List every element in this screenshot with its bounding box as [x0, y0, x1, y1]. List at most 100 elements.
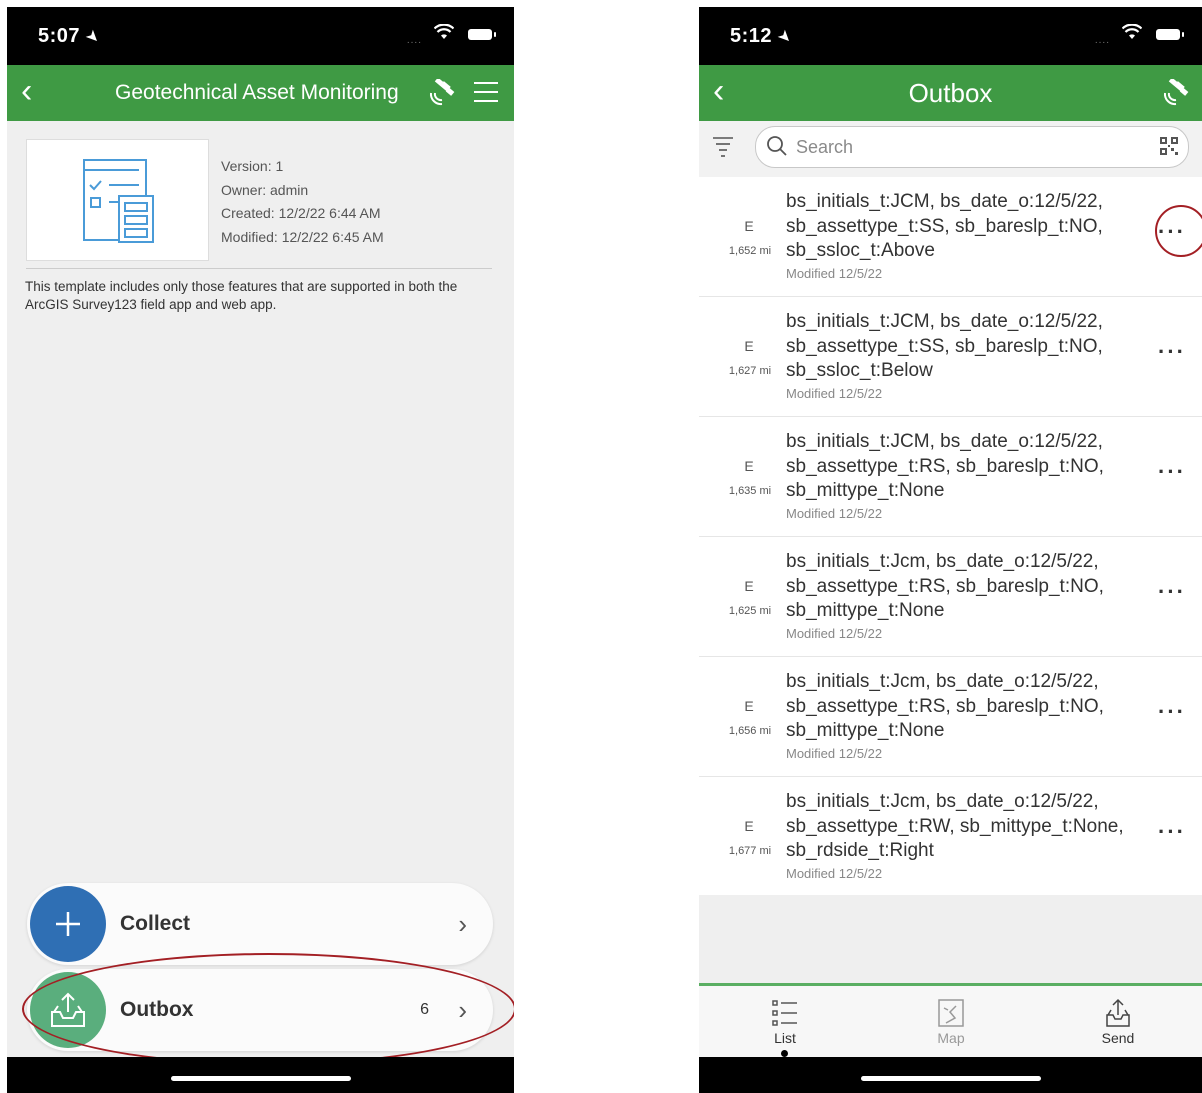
summary-line: bs_initials_t:Jcm, bs_date_o:12/5/22,: [786, 551, 1099, 572]
direction-label: E: [744, 218, 754, 234]
record-summary: bs_initials_t:Jcm, bs_date_o:12/5/22, sb…: [786, 550, 1141, 624]
summary-line: sb_assettype_t:RW, sb_mittype_t:None,: [786, 815, 1124, 837]
created-text: Created: 12/2/22 6:44 AM: [221, 205, 381, 221]
list-item[interactable]: E 1,656 mi bs_initials_t:Jcm, bs_date_o:…: [699, 657, 1202, 777]
list-empty-space: [699, 895, 1202, 983]
qr-code-icon[interactable]: [1160, 137, 1178, 155]
chevron-right-icon: ›: [458, 995, 467, 1025]
more-options-icon[interactable]: ···: [1158, 701, 1186, 723]
record-summary: bs_initials_t:JCM, bs_date_o:12/5/22, sb…: [786, 430, 1141, 504]
survey-home-screen: 5:07 ➤ .... ‹ Geotechnical Asset Monitori…: [7, 7, 514, 1093]
list-item[interactable]: E 1,677 mi bs_initials_t:Jcm, bs_date_o:…: [699, 777, 1202, 897]
summary-line: bs_initials_t:JCM, bs_date_o:12/5/22,: [786, 431, 1103, 452]
modified-date: Modified 12/5/22: [786, 626, 883, 641]
outbox-button[interactable]: Outbox 6 ›: [27, 969, 493, 1051]
modified-text: Modified: 12/2/22 6:45 AM: [221, 228, 384, 245]
search-toolbar: [699, 121, 1202, 177]
location-arrow-icon: ➤: [773, 26, 796, 49]
list-item[interactable]: E 1,625 mi bs_initials_t:Jcm, bs_date_o:…: [699, 537, 1202, 657]
collect-label: Collect: [120, 912, 191, 935]
distance-label: 1,627 mi: [728, 365, 772, 377]
summary-line: bs_initials_t:JCM, bs_date_o:12/5/22,: [786, 311, 1103, 332]
summary-line: sb_assettype_t:SS, sb_bareslp_t:NO,: [786, 335, 1103, 357]
modified-date: Modified 12/5/22: [786, 266, 883, 281]
modified-date: Modified 12/5/22: [786, 506, 883, 521]
sort-filter-icon[interactable]: [713, 135, 733, 159]
cell-signal-icon: ....: [406, 35, 422, 46]
satellite-gps-icon[interactable]: [1162, 77, 1192, 107]
home-bar-area: [699, 1057, 1202, 1093]
record-summary: bs_initials_t:JCM, bs_date_o:12/5/22, sb…: [786, 310, 1141, 384]
list-item[interactable]: E 1,635 mi bs_initials_t:JCM, bs_date_o:…: [699, 417, 1202, 537]
app-header: ‹ Geotechnical Asset Monitoring: [7, 65, 514, 121]
owner-text: Owner: admin: [221, 181, 309, 198]
satellite-gps-icon[interactable]: [428, 77, 458, 107]
location-arrow-icon: ➤: [81, 26, 104, 49]
form-template-icon: [83, 159, 154, 243]
version-text: Version: 1: [221, 158, 284, 174]
app-header: ‹ Outbox: [699, 65, 1202, 121]
outbox-count-badge: 6: [420, 1001, 429, 1018]
list-item[interactable]: E 1,627 mi bs_initials_t:JCM, bs_date_o:…: [699, 297, 1202, 417]
battery-icon: [1156, 29, 1184, 40]
battery-icon: [468, 29, 496, 40]
tab-map[interactable]: Map: [891, 986, 1011, 1062]
record-summary: bs_initials_t:Jcm, bs_date_o:12/5/22, sb…: [786, 670, 1141, 744]
status-time: 5:07 ➤: [38, 25, 104, 49]
back-chevron-icon[interactable]: ‹: [21, 71, 32, 111]
status-bar: 5:07 ➤ ....: [7, 7, 514, 65]
more-options-icon[interactable]: ···: [1158, 461, 1186, 483]
collect-button[interactable]: Collect ›: [27, 883, 493, 965]
tab-list[interactable]: List: [725, 986, 845, 1062]
tab-send-label: Send: [1101, 1030, 1135, 1046]
direction-label: E: [744, 458, 754, 474]
annotation-highlight-circle: [1155, 205, 1202, 257]
chevron-right-icon: ›: [458, 909, 467, 939]
outbox-tray-icon: [30, 972, 106, 1048]
wifi-icon: [433, 23, 455, 45]
distance-label: 1,677 mi: [728, 845, 772, 857]
distance-label: 1,652 mi: [728, 245, 772, 257]
modified-date: Modified 12/5/22: [786, 866, 883, 881]
summary-line: sb_assettype_t:RS, sb_bareslp_t:NO,: [786, 695, 1104, 717]
survey-thumbnail: [26, 139, 209, 261]
search-bar: [755, 126, 1189, 168]
wifi-icon: [1121, 23, 1143, 45]
modified-date: Modified 12/5/22: [786, 746, 883, 761]
home-indicator[interactable]: [860, 1076, 1041, 1081]
status-bar: 5:12 ➤ ....: [699, 7, 1202, 65]
summary-line: sb_ssloc_t:Above: [786, 240, 935, 261]
map-icon: [936, 998, 966, 1028]
summary-line: bs_initials_t:JCM, bs_date_o:12/5/22,: [786, 191, 1103, 212]
summary-line: sb_mittype_t:None: [786, 600, 945, 621]
home-indicator[interactable]: [170, 1076, 351, 1081]
list-item[interactable]: E 1,652 mi bs_initials_t:JCM, bs_date_o:…: [699, 177, 1202, 297]
direction-label: E: [744, 818, 754, 834]
more-options-icon[interactable]: ···: [1158, 821, 1186, 843]
more-options-icon[interactable]: ···: [1158, 341, 1186, 363]
list-icon: [770, 998, 800, 1028]
record-summary: bs_initials_t:JCM, bs_date_o:12/5/22, sb…: [786, 190, 1141, 264]
summary-line: sb_ssloc_t:Below: [786, 360, 933, 381]
distance-label: 1,625 mi: [728, 605, 772, 617]
bottom-tab-bar: List Map Send: [699, 983, 1202, 1062]
send-outbox-icon: [1103, 998, 1133, 1028]
summary-line: sb_assettype_t:RS, sb_bareslp_t:NO,: [786, 575, 1104, 597]
divider: [26, 268, 492, 269]
page-title: Geotechnical Asset Monitoring: [115, 81, 399, 104]
record-summary: bs_initials_t:Jcm, bs_date_o:12/5/22, sb…: [786, 790, 1141, 864]
distance-label: 1,635 mi: [728, 485, 772, 497]
outbox-label: Outbox: [120, 998, 194, 1021]
summary-line: sb_assettype_t:RS, sb_bareslp_t:NO,: [786, 455, 1104, 477]
summary-line: sb_assettype_t:SS, sb_bareslp_t:NO,: [786, 215, 1103, 237]
survey-description: This template includes only those featur…: [25, 279, 458, 312]
survey-metadata: Version: 1 Owner: admin Created: 12/2/22…: [221, 155, 384, 249]
modified-date: Modified 12/5/22: [786, 386, 883, 401]
menu-icon[interactable]: [474, 82, 498, 102]
search-input[interactable]: [794, 132, 1138, 162]
home-bar-area: [7, 1057, 514, 1093]
summary-line: sb_rdside_t:Right: [786, 840, 934, 861]
more-options-icon[interactable]: ···: [1158, 581, 1186, 603]
summary-line: bs_initials_t:Jcm, bs_date_o:12/5/22,: [786, 791, 1099, 812]
tab-send[interactable]: Send: [1058, 986, 1178, 1062]
